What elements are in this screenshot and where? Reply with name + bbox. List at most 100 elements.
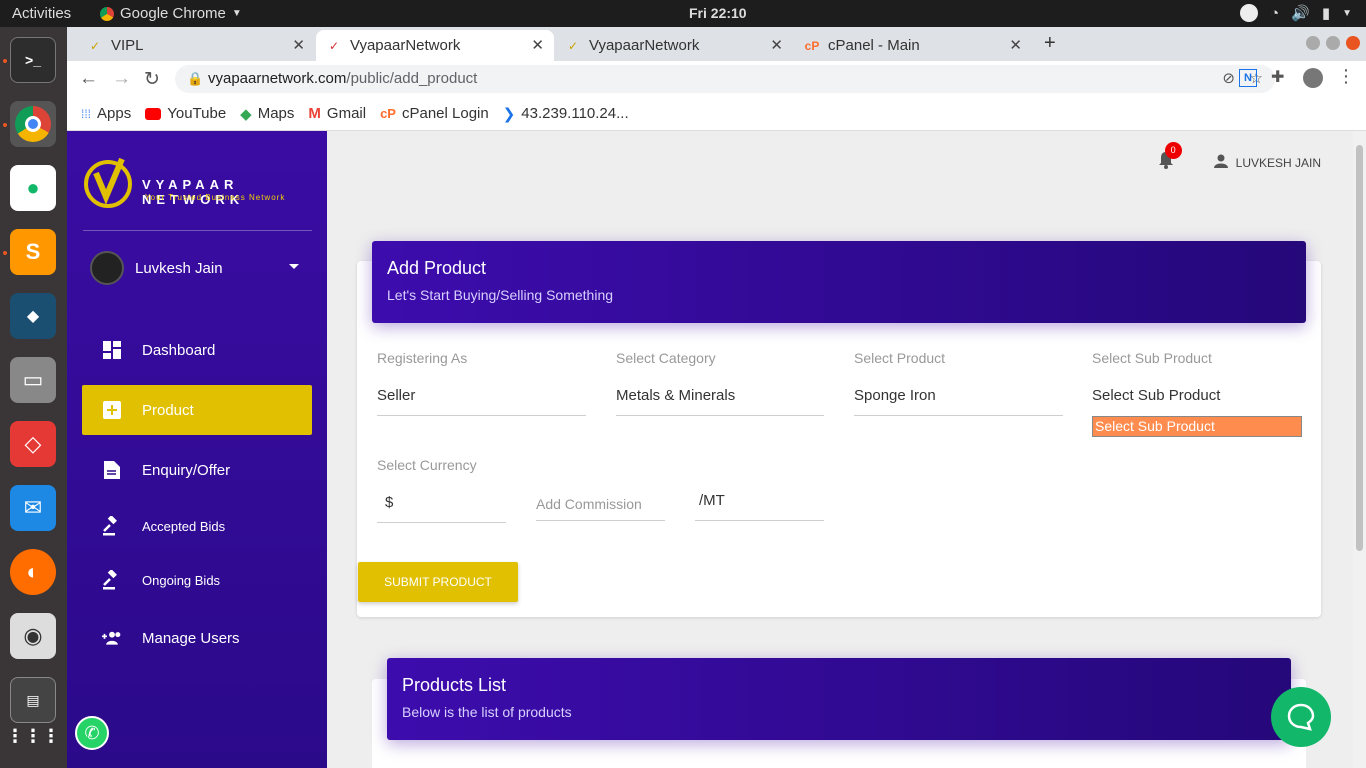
- commission-input[interactable]: Add Commission: [536, 496, 642, 512]
- unit-field[interactable]: /MT: [695, 457, 824, 523]
- speaker-app-icon[interactable]: ◉: [10, 613, 56, 659]
- sidebar-user-menu[interactable]: Luvkesh Jain: [90, 251, 305, 285]
- header-user-name: LUVKESH JAIN: [1235, 155, 1321, 170]
- app-indicator-icon[interactable]: [1240, 4, 1259, 22]
- extensions-puzzle-icon[interactable]: ✚: [1271, 67, 1284, 87]
- eye-off-icon[interactable]: ⊘: [1222, 65, 1235, 93]
- extension-n-icon[interactable]: N: [1239, 69, 1257, 87]
- bookmark-youtube[interactable]: YouTube: [145, 105, 226, 122]
- mysql-workbench-icon[interactable]: ◆: [10, 293, 56, 339]
- terminal-icon[interactable]: >_: [10, 37, 56, 83]
- field-underline: [695, 520, 824, 521]
- category-field[interactable]: Select Category Metals & Minerals: [616, 350, 824, 416]
- back-icon[interactable]: ←: [79, 68, 98, 90]
- minimize-icon[interactable]: [1306, 36, 1320, 50]
- sidebar-item-accepted-bids[interactable]: Accepted Bids: [82, 501, 312, 551]
- field-underline: [616, 415, 824, 416]
- chrome-icon: [100, 6, 114, 21]
- os-top-bar: Activities Google Chrome ▼ Fri 22:10 ◔ 🔊…: [0, 0, 1366, 27]
- notifications-button[interactable]: 0: [1158, 142, 1182, 174]
- close-icon[interactable]: ✕: [292, 36, 305, 54]
- currency-field[interactable]: Select Currency $: [377, 457, 506, 523]
- anydesk-icon[interactable]: ◇: [10, 421, 56, 467]
- tab-label: VyapaarNetwork: [350, 37, 461, 54]
- scrollbar-thumb[interactable]: [1356, 145, 1363, 551]
- tab-cpanel[interactable]: cP cPanel - Main ✕: [794, 30, 1032, 61]
- battery-icon: ▮: [1321, 5, 1331, 22]
- registering-as-select[interactable]: Seller: [377, 387, 415, 404]
- commission-field[interactable]: Add Commission: [536, 457, 665, 523]
- profile-avatar[interactable]: [1303, 68, 1323, 88]
- tab-vyapaar-active[interactable]: ✓ VyapaarNetwork ✕: [316, 30, 554, 61]
- bookmark-label: Gmail: [326, 105, 367, 122]
- logo-subtitle: Your Trusted Business Network: [145, 193, 286, 202]
- sidebar-item-manage-users[interactable]: Manage Users: [82, 613, 312, 663]
- products-list-header: Products List Below is the list of produ…: [387, 658, 1291, 740]
- close-icon[interactable]: ✕: [770, 36, 783, 54]
- chrome-dock-icon[interactable]: [10, 101, 56, 147]
- category-select[interactable]: Metals & Minerals: [616, 387, 735, 404]
- system-tray[interactable]: ◔ 🔊 ▮ ▼: [1240, 4, 1352, 22]
- forward-icon[interactable]: →: [112, 68, 131, 90]
- chat-app-icon[interactable]: ●: [10, 165, 56, 211]
- divider: [83, 230, 312, 231]
- sidebar-item-label: Manage Users: [142, 629, 240, 647]
- bookmark-cpanel[interactable]: cP cPanel Login: [380, 105, 489, 122]
- bookmark-maps[interactable]: ◆ Maps: [240, 105, 294, 123]
- new-tab-icon[interactable]: +: [1044, 32, 1056, 55]
- address-bar-row: ← → ↻ 🔒 vyapaarnetwork.com/public/add_pr…: [67, 61, 1366, 97]
- sidebar-item-product[interactable]: Product: [82, 385, 312, 435]
- maximize-icon[interactable]: [1326, 36, 1340, 50]
- document-icon: [102, 460, 122, 480]
- cpanel-favicon-icon: cP: [804, 38, 820, 53]
- bookmark-ip[interactable]: ❯ 43.239.110.24...: [503, 105, 629, 123]
- section-subtitle: Below is the list of products: [402, 704, 572, 720]
- sublime-text-icon[interactable]: S: [10, 229, 56, 275]
- sidebar-item-dashboard[interactable]: Dashboard: [82, 325, 312, 375]
- show-apps-icon[interactable]: ⋮⋮⋮: [6, 713, 60, 759]
- product-field[interactable]: Select Product Sponge Iron: [854, 350, 1063, 416]
- tab-vipl[interactable]: ✓ VIPL ✕: [77, 30, 315, 61]
- page-scrollbar[interactable]: [1353, 131, 1366, 768]
- lock-icon[interactable]: 🔒: [187, 65, 203, 93]
- close-icon[interactable]: ✕: [1009, 36, 1022, 54]
- bookmark-gmail[interactable]: M Gmail: [308, 105, 366, 122]
- clock[interactable]: Fri 22:10: [689, 5, 747, 21]
- gmail-icon: M: [308, 105, 321, 122]
- sub-product-field[interactable]: Select Sub Product Select Sub Product: [1092, 350, 1302, 416]
- unit-select[interactable]: /MT: [699, 492, 725, 509]
- tab-strip: ✓ VIPL ✕ ✓ VyapaarNetwork ✕ ✓ VyapaarNet…: [67, 27, 1366, 61]
- url-input[interactable]: 🔒 vyapaarnetwork.com/public/add_product …: [175, 65, 1275, 93]
- currency-select[interactable]: $: [385, 494, 393, 511]
- firefox-icon[interactable]: ◐: [10, 549, 56, 595]
- live-chat-button[interactable]: [1271, 687, 1331, 747]
- close-window-icon[interactable]: [1346, 36, 1360, 50]
- brand-logo[interactable]: VYAPAAR NETWORK Your Trusted Business Ne…: [82, 151, 312, 213]
- add-product-header: Add Product Let's Start Buying/Selling S…: [372, 241, 1306, 323]
- sidebar-item-label: Dashboard: [142, 341, 216, 359]
- file-manager-icon[interactable]: ▭: [10, 357, 56, 403]
- sidebar-item-ongoing-bids[interactable]: Ongoing Bids: [82, 555, 312, 605]
- app-menu[interactable]: Google Chrome ▼: [100, 5, 242, 22]
- notification-badge: 0: [1164, 142, 1182, 159]
- registering-as-field[interactable]: Registering As Seller: [377, 350, 586, 416]
- bookmark-apps[interactable]: ⁞⁞⁞ Apps: [81, 105, 131, 122]
- reload-icon[interactable]: ↻: [144, 68, 160, 91]
- activities-button[interactable]: Activities: [12, 5, 71, 22]
- sub-product-dropdown-option[interactable]: Select Sub Product: [1092, 416, 1302, 437]
- sidebar-item-enquiry[interactable]: Enquiry/Offer: [82, 445, 312, 495]
- field-label: Select Currency: [377, 457, 477, 473]
- close-icon[interactable]: ✕: [531, 36, 544, 54]
- sidebar-item-label: Accepted Bids: [142, 518, 226, 534]
- avatar: [90, 251, 124, 285]
- product-select[interactable]: Sponge Iron: [854, 387, 936, 404]
- whatsapp-icon[interactable]: ✆: [75, 716, 109, 750]
- user-menu[interactable]: LUVKESH JAIN: [1213, 154, 1321, 171]
- chrome-menu-icon[interactable]: ⋮: [1337, 66, 1355, 87]
- tab-vyapaar[interactable]: ✓ VyapaarNetwork ✕: [555, 30, 793, 61]
- sidebar-user-name: Luvkesh Jain: [135, 259, 223, 277]
- sub-product-select[interactable]: Select Sub Product: [1092, 387, 1220, 404]
- thunderbird-icon[interactable]: ✉: [10, 485, 56, 531]
- submit-product-button[interactable]: SUBMIT PRODUCT: [358, 562, 518, 602]
- chevron-right-icon: ❯: [502, 105, 516, 123]
